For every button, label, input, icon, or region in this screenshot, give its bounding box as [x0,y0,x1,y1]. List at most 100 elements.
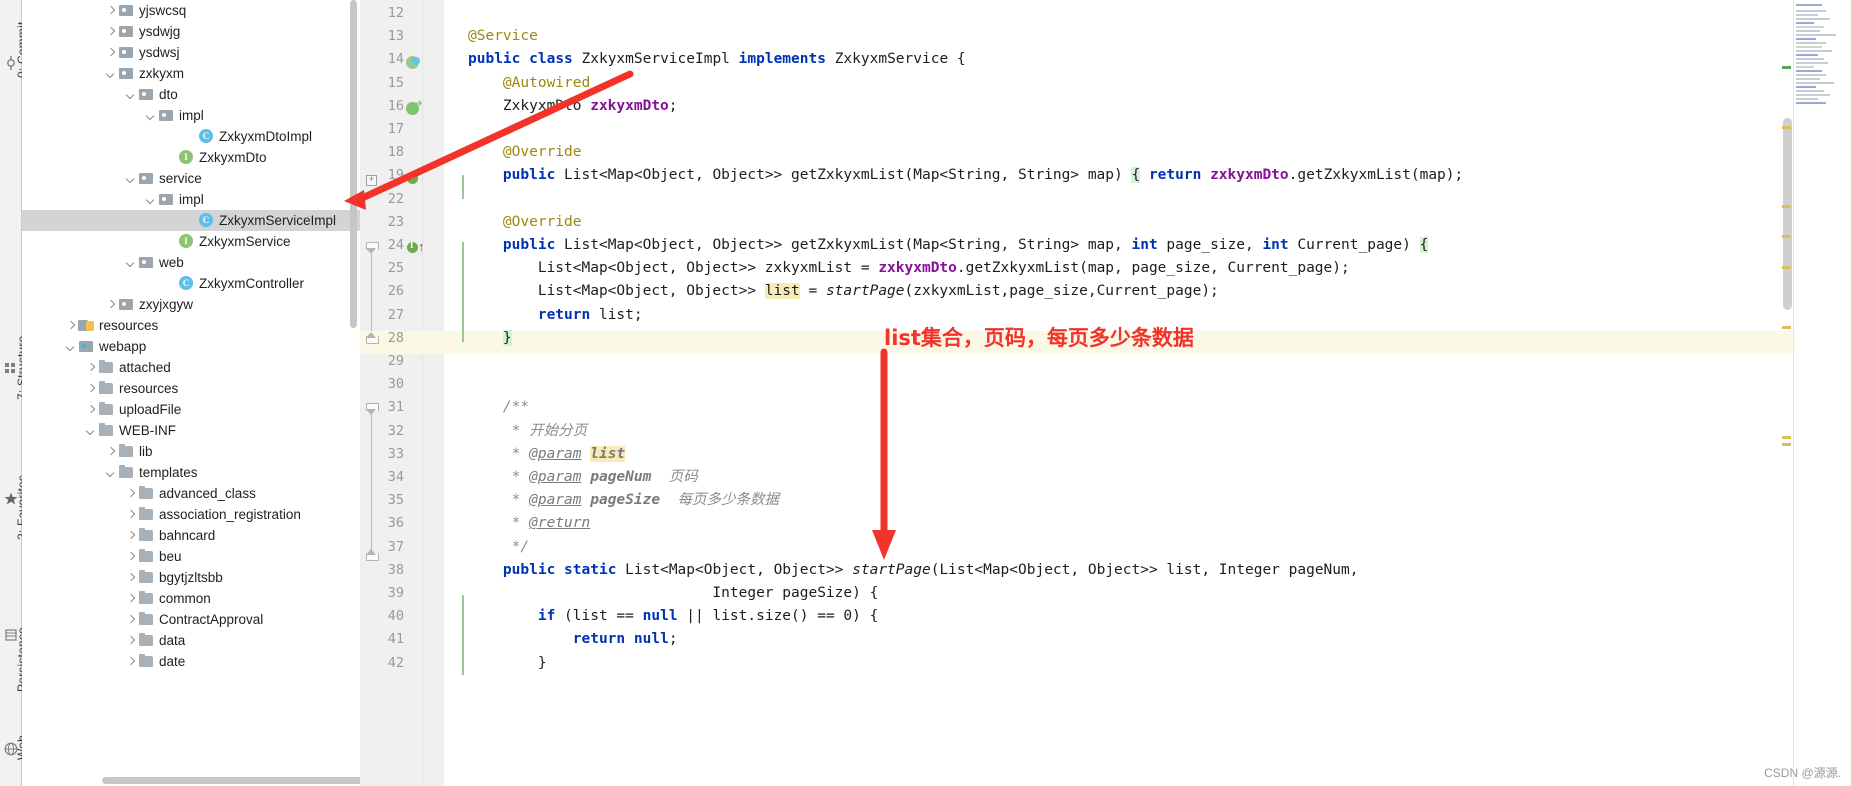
tree-item-ysdwjg[interactable]: ysdwjg [22,21,360,42]
chevron-down-icon[interactable] [124,172,138,186]
code-line[interactable]: * @return [468,512,591,535]
chevron-right-icon[interactable] [84,382,98,396]
code-line[interactable]: return list; [468,304,643,327]
code-text-area[interactable]: @Service public class ZxkyxmServiceImpl i… [444,0,1851,786]
chevron-right-icon[interactable] [124,613,138,627]
tree-item-impl[interactable]: impl [22,189,360,210]
tree-item-yjswcsq[interactable]: yjswcsq [22,0,360,21]
chevron-right-icon[interactable] [124,592,138,606]
tree-item-resources[interactable]: resources [22,315,360,336]
overriding-method-arrow-icon[interactable]: ↑ [418,240,432,254]
tree-item-bahncard[interactable]: bahncard [22,525,360,546]
tree-item-beu[interactable]: beu [22,546,360,567]
chevron-down-icon[interactable] [64,340,78,354]
code-line[interactable]: ZxkyxmDto zxkyxmDto; [468,95,678,118]
code-line[interactable]: @Service [468,25,538,48]
chevron-right-icon[interactable] [84,361,98,375]
code-line[interactable]: if (list == null || list.size() == 0) { [468,605,879,628]
tree-item-date[interactable]: date [22,651,360,672]
chevron-right-icon[interactable] [124,550,138,564]
tree-item-zxkyxmservice[interactable]: ZxkyxmService [22,231,360,252]
implement-marker-icon[interactable] [406,98,424,116]
chevron-down-icon[interactable] [104,466,118,480]
tree-item-ysdwsj[interactable]: ysdwsj [22,42,360,63]
chevron-right-icon[interactable] [84,403,98,417]
code-line[interactable]: */ [468,536,529,559]
commit-icon[interactable] [4,56,18,70]
stripe-marker[interactable] [1782,443,1791,446]
chevron-right-icon[interactable] [124,529,138,543]
code-line[interactable]: List<Map<Object, Object>> zxkyxmList = z… [468,257,1350,280]
tree-item-lib[interactable]: lib [22,441,360,462]
chevron-down-icon[interactable] [124,256,138,270]
tree-item-webapp[interactable]: webapp [22,336,360,357]
tree-item-web[interactable]: web [22,252,360,273]
chevron-right-icon[interactable] [124,508,138,522]
tree-item-contractapproval[interactable]: ContractApproval [22,609,360,630]
code-line[interactable]: } [468,327,512,350]
editor-minimap[interactable] [1793,0,1851,786]
code-line[interactable]: * @param pageSize 每页多少条数据 [468,489,779,512]
tree-item-data[interactable]: data [22,630,360,651]
stripe-marker[interactable] [1782,205,1791,208]
chevron-right-icon[interactable] [124,655,138,669]
web-globe-icon[interactable] [4,742,18,756]
code-line[interactable]: @Override [468,141,582,164]
chevron-right-icon[interactable] [104,25,118,39]
editor-scrollbar-thumb[interactable] [1783,118,1792,310]
stripe-marker[interactable] [1782,326,1791,329]
stripe-marker[interactable] [1782,126,1791,129]
tree-item-zxkyxmcontroller[interactable]: ZxkyxmController [22,273,360,294]
code-line[interactable]: @Override [468,211,582,234]
chevron-right-icon[interactable] [124,571,138,585]
chevron-right-icon[interactable] [104,46,118,60]
chevron-right-icon[interactable] [124,634,138,648]
persistence-database-icon[interactable] [4,628,18,642]
tree-item-zxkyxm[interactable]: zxkyxm [22,63,360,84]
code-line[interactable]: * @param pageNum 页码 [468,466,698,489]
tree-item-advanced_class[interactable]: advanced_class [22,483,360,504]
chevron-right-icon[interactable] [64,319,78,333]
chevron-right-icon[interactable] [104,298,118,312]
editor-fold-column[interactable] [422,0,444,786]
tree-item-impl[interactable]: impl [22,105,360,126]
code-editor[interactable]: ↑ 12 13 14 15 16 17 18 19 22 23 24 25 26 27 28 29 30 31 32… [360,0,1851,786]
project-tree-horizontal-scrollbar[interactable] [102,777,360,784]
project-tree-panel[interactable]: yjswcsqysdwjgysdwsjzxkyxmdtoimplZxkyxmDt… [22,0,360,786]
tree-item-templates[interactable]: templates [22,462,360,483]
code-line[interactable]: List<Map<Object, Object>> list = startPa… [468,280,1219,303]
tree-item-zxkyxmdtoimpl[interactable]: ZxkyxmDtoImpl [22,126,360,147]
stripe-marker[interactable] [1782,66,1791,69]
code-line[interactable]: public List<Map<Object, Object>> getZxky… [468,234,1429,257]
stripe-marker[interactable] [1782,266,1791,269]
project-tree-vertical-scrollbar[interactable] [350,0,357,328]
overriding-method-arrow-icon[interactable] [418,172,432,186]
code-line[interactable]: public class ZxkyxmServiceImpl implement… [468,48,966,71]
favorites-star-icon[interactable] [4,492,18,506]
tree-item-dto[interactable]: dto [22,84,360,105]
tree-item-association_registration[interactable]: association_registration [22,504,360,525]
code-line[interactable]: @Autowired [468,72,590,95]
tree-item-uploadfile[interactable]: uploadFile [22,399,360,420]
chevron-right-icon[interactable] [104,445,118,459]
code-line[interactable]: } [468,652,547,675]
tree-item-bgytjzltsbb[interactable]: bgytjzltsbb [22,567,360,588]
code-line[interactable]: * @param list [468,443,626,466]
stripe-marker[interactable] [1782,436,1791,439]
code-line[interactable]: public static List<Map<Object, Object>> … [468,559,1359,582]
stripe-marker[interactable] [1782,235,1791,238]
chevron-down-icon[interactable] [84,424,98,438]
chevron-down-icon[interactable] [144,109,158,123]
tree-item-web-inf[interactable]: WEB-INF [22,420,360,441]
tree-item-zxkyxmdto[interactable]: ZxkyxmDto [22,147,360,168]
override-marker-icon[interactable] [406,56,420,70]
code-line[interactable]: return null; [468,628,678,651]
chevron-down-icon[interactable] [124,88,138,102]
chevron-right-icon[interactable] [124,487,138,501]
code-line[interactable]: * 开始分页 [468,420,587,443]
code-line[interactable]: Integer pageSize) { [468,582,878,605]
tree-item-resources[interactable]: resources [22,378,360,399]
tree-item-zxkyxmserviceimpl[interactable]: ZxkyxmServiceImpl [22,210,360,231]
tree-item-service[interactable]: service [22,168,360,189]
structure-icon[interactable] [4,362,18,376]
